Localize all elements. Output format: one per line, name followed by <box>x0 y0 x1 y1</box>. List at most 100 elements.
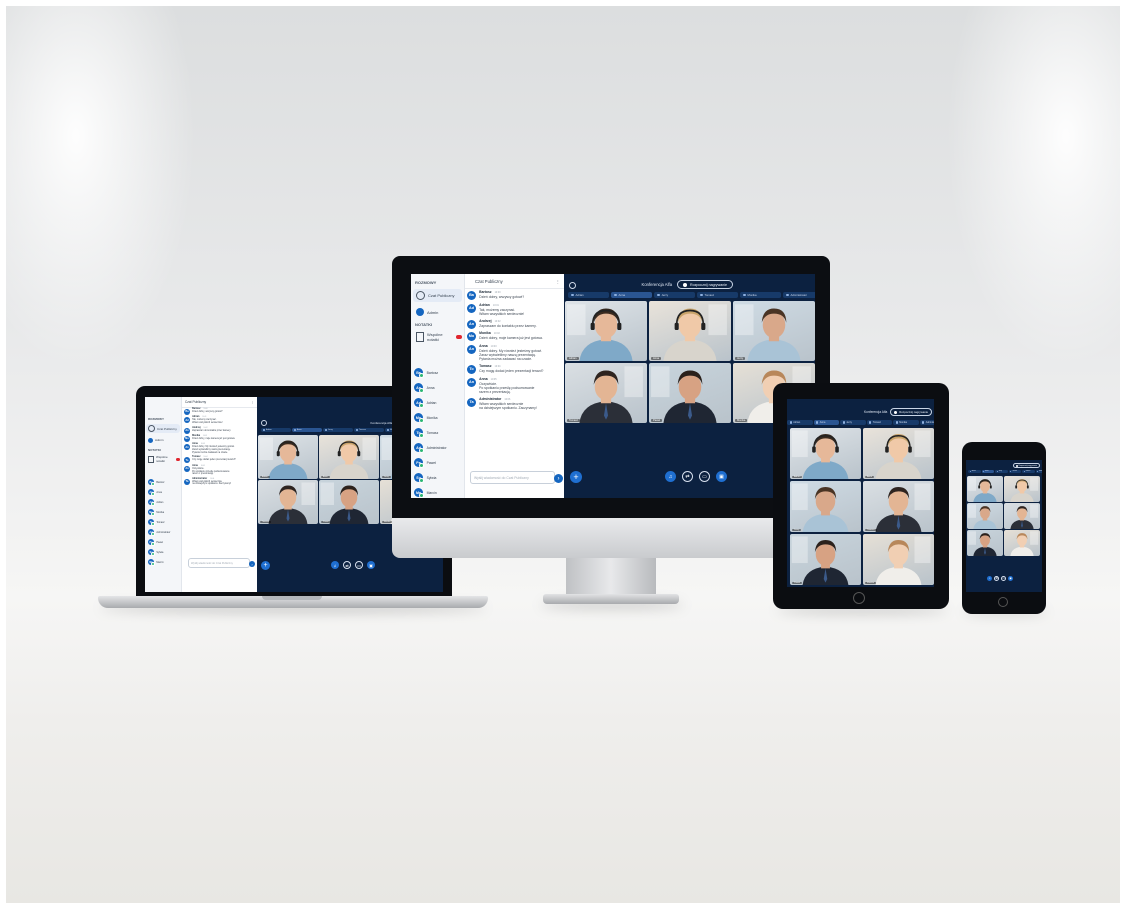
participant-pill[interactable]: Monika <box>1022 470 1035 473</box>
headset-button[interactable]: ♫ <box>987 576 992 581</box>
participant-pill[interactable]: Tomasz <box>354 428 384 432</box>
video-tile[interactable]: Paweł <box>319 480 379 524</box>
chat-input[interactable]: Wyślij wiadomość do Czat Publiczny <box>470 471 555 484</box>
participant-pill[interactable]: Monika <box>893 420 919 425</box>
menu-dots-icon[interactable]: ⋮ <box>556 279 560 284</box>
participant-name: Adrian <box>426 400 437 405</box>
start-recording-button[interactable]: Rozpocznij nagrywanie <box>677 280 733 289</box>
video-tile[interactable]: Anna <box>649 301 731 361</box>
add-button[interactable]: + <box>261 561 270 570</box>
video-tile[interactable]: Anna <box>319 435 379 479</box>
participant-item[interactable]: ToTomasz <box>145 517 181 527</box>
participant-item[interactable]: PaPaweł <box>145 537 181 547</box>
video-tile[interactable]: Adrian <box>565 301 647 361</box>
participant-item[interactable]: MoMonika <box>145 507 181 517</box>
video-tile[interactable]: Paweł <box>649 363 731 423</box>
video-tile[interactable] <box>1004 530 1040 556</box>
participant-pill[interactable]: Jerzy <box>323 428 353 432</box>
participant-video-icon <box>259 437 308 479</box>
participant-item[interactable]: AdAdrian <box>145 497 181 507</box>
status-dot <box>150 551 155 556</box>
video-tile[interactable]: Jerzy <box>790 481 861 532</box>
presentation-button[interactable]: ▣ <box>716 471 727 482</box>
video-tile[interactable]: Tomasz <box>863 481 934 532</box>
screen-share-button[interactable]: ⇄ <box>343 561 351 569</box>
person-icon[interactable] <box>261 420 267 426</box>
participant-item[interactable]: AnAnna <box>411 380 464 395</box>
video-tile[interactable] <box>1004 476 1040 502</box>
participant-pill[interactable]: Administrator <box>1035 470 1042 473</box>
video-tile[interactable] <box>1004 503 1040 529</box>
participant-pill[interactable]: Administrator <box>783 292 815 298</box>
participant-pill[interactable]: Tomasz <box>1008 470 1021 473</box>
video-tile[interactable]: Anna <box>863 428 934 479</box>
screen-share-button[interactable]: ⇄ <box>994 576 999 581</box>
participant-item[interactable]: PaPaweł <box>411 455 464 470</box>
participant-item[interactable]: MaMarcin <box>411 485 464 498</box>
chat-bubble-button[interactable]: ▭ <box>1001 576 1006 581</box>
participant-item[interactable]: MaMarcin <box>145 557 181 567</box>
participant-pill[interactable]: Monika <box>740 292 781 298</box>
mic-icon <box>983 470 985 473</box>
participant-pill[interactable]: Adrian <box>787 420 813 425</box>
video-tile[interactable]: Jerzy <box>733 301 815 361</box>
person-icon[interactable] <box>569 282 576 289</box>
participant-pill[interactable]: Jerzy <box>995 470 1008 473</box>
participant-item[interactable]: AdAdministrator <box>411 440 464 455</box>
participant-item[interactable]: SySylwia <box>145 547 181 557</box>
video-tile[interactable]: Monika <box>863 534 934 585</box>
video-tile[interactable]: Adrian <box>790 428 861 479</box>
presentation-button[interactable]: ▣ <box>367 561 375 569</box>
nav-item-admin[interactable]: Admin <box>413 306 462 318</box>
participant-pill[interactable]: Jerzy <box>654 292 695 298</box>
phone-home-button[interactable] <box>998 597 1008 607</box>
video-tile[interactable]: Paweł <box>790 534 861 585</box>
video-tile[interactable] <box>967 476 1003 502</box>
participant-pill[interactable]: Anna <box>292 428 322 432</box>
tablet-home-button[interactable] <box>853 592 865 604</box>
nav-item-admin[interactable]: Admin <box>146 436 180 444</box>
participant-item[interactable]: BaBartosz <box>145 477 181 487</box>
participant-pill[interactable]: Anna <box>813 420 839 425</box>
participant-pill[interactable]: Administrator <box>919 420 934 425</box>
video-tile[interactable]: Adrian <box>258 435 318 479</box>
participant-item[interactable]: MoMonika <box>411 410 464 425</box>
participant-item[interactable]: AdAdrian <box>411 395 464 410</box>
headset-button[interactable]: ♫ <box>331 561 339 569</box>
nav-item-shared-notes[interactable]: Wspólne notatki <box>413 331 462 343</box>
participant-item[interactable]: SySylwia <box>411 470 464 485</box>
participant-pill[interactable]: Adrian <box>568 292 609 298</box>
participant-pill[interactable]: Adrian <box>261 428 291 432</box>
participant-pill[interactable]: Tomasz <box>697 292 738 298</box>
video-tile[interactable]: Tomasz <box>258 480 318 524</box>
participant-item[interactable]: ToTomasz <box>411 425 464 440</box>
nav-item-public-chat[interactable]: Czat Publiczny <box>146 424 180 433</box>
presentation-button[interactable]: ▣ <box>1008 576 1013 581</box>
chat-bubble-button[interactable]: ▭ <box>699 471 710 482</box>
chat-message: Ta Administrator 10:06 Witam wszystkich ser… <box>467 397 562 410</box>
send-button[interactable]: › <box>554 474 563 483</box>
participant-pill[interactable]: Tomasz <box>866 420 892 425</box>
video-tile[interactable] <box>967 503 1003 529</box>
video-tile[interactable] <box>967 530 1003 556</box>
participant-pill[interactable]: Anna <box>611 292 652 298</box>
participant-pill[interactable]: Anna <box>981 470 994 473</box>
participant-item[interactable]: BaBartosz <box>411 365 464 380</box>
chat-input[interactable]: Wyślij wiadomość do Czat Publiczny <box>188 558 250 568</box>
send-button[interactable]: › <box>249 561 255 567</box>
mic-icon <box>571 293 574 297</box>
participant-item[interactable]: AdAdministrator <box>145 527 181 537</box>
participant-pill[interactable]: Adrian <box>968 470 981 473</box>
menu-dots-icon[interactable]: ⋮ <box>251 400 254 404</box>
participant-pill[interactable]: Jerzy <box>840 420 866 425</box>
start-recording-button[interactable]: Rozpocznij nagrywanie <box>890 408 932 416</box>
nav-item-public-chat[interactable]: Czat Publiczny <box>413 289 462 302</box>
nav-item-shared-notes[interactable]: Wspólne notatki <box>146 455 180 463</box>
headset-button[interactable]: ♫ <box>665 471 676 482</box>
video-tile[interactable]: Tomasz <box>565 363 647 423</box>
add-button[interactable]: + <box>570 471 582 483</box>
chat-bubble-button[interactable]: ▭ <box>355 561 363 569</box>
screen-share-button[interactable]: ⇄ <box>682 471 693 482</box>
start-recording-button[interactable]: Rozpocznij nagrywanie <box>1012 463 1040 468</box>
participant-item[interactable]: AnAnna <box>145 487 181 497</box>
